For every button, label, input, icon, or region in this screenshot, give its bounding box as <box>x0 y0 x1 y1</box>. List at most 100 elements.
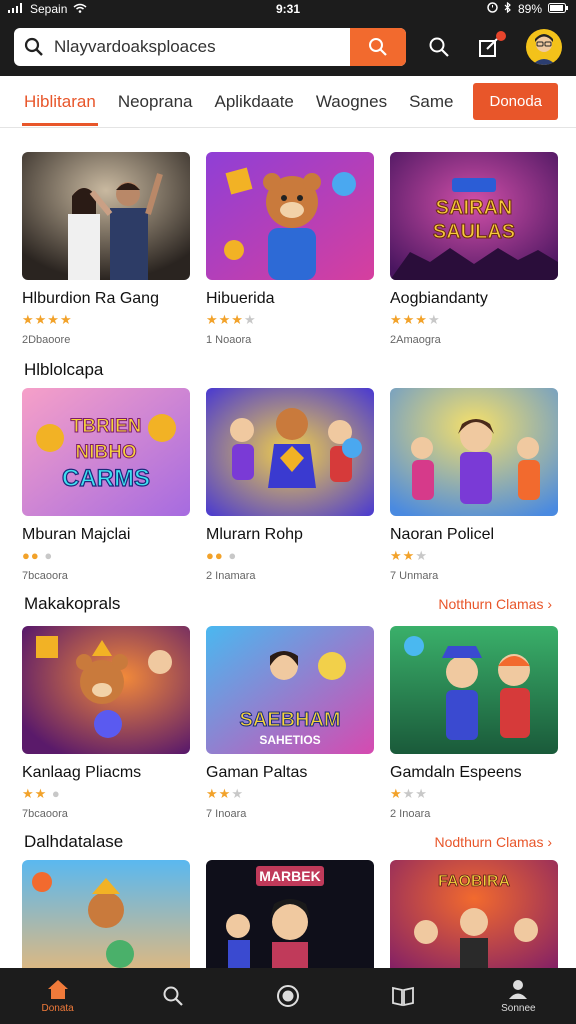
nav-label: Sonnee <box>501 1003 536 1014</box>
game-meta: 1 Noaora <box>206 334 252 346</box>
game-thumbnail: FAOBIRA <box>390 860 558 968</box>
game-card[interactable]: Kanlaag Pliacms ★★ ● 7bcaoora <box>22 626 190 820</box>
game-meta: 7 Unmara <box>390 570 439 582</box>
search-icon <box>369 38 387 56</box>
thumb-art-text: SAHETIOS <box>259 733 320 747</box>
game-title: Kanlaag Pliacms <box>22 764 142 781</box>
alarm-icon <box>487 2 498 16</box>
game-thumbnail <box>206 388 374 516</box>
game-thumbnail <box>22 152 190 280</box>
section-header: Makakoprals Notthurn Clamas › <box>0 590 576 618</box>
search-button[interactable] <box>426 34 452 60</box>
star-rating: ★★★★ <box>206 312 257 327</box>
search-input[interactable] <box>54 37 350 57</box>
avatar[interactable] <box>526 29 562 65</box>
see-more-link[interactable]: Nodthurn Clamas › <box>435 834 553 850</box>
battery-icon <box>548 2 568 16</box>
star-rating: ★★★★ <box>22 312 73 327</box>
game-title: Gaman Paltas <box>206 764 308 781</box>
section-header: Dalhdatalase Nodthurn Clamas › <box>0 828 576 856</box>
game-thumbnail <box>22 626 190 754</box>
search-submit-button[interactable] <box>350 28 406 66</box>
nav-profile[interactable]: Sonnee <box>478 978 558 1014</box>
game-meta: 7bcaoora <box>22 570 68 582</box>
game-thumbnail <box>390 388 558 516</box>
game-meta: 2 Inamara <box>206 570 256 582</box>
thumb-art-text: FAOBIRA <box>438 873 510 890</box>
section-title: Hlblolcapa <box>24 360 104 379</box>
tab-3[interactable]: Waognes <box>314 78 389 126</box>
game-title: Naoran Policel <box>390 526 495 543</box>
game-card[interactable]: FAOBIRA <box>390 860 558 968</box>
game-title: Hlburdion Ra Gang <box>22 290 159 307</box>
game-thumbnail: MARBEK <box>206 860 374 968</box>
game-card[interactable]: Hibuerida ★★★★ 1 Noaora <box>206 152 374 346</box>
carrier-name: Sepain <box>30 2 68 16</box>
game-title: Hibuerida <box>206 290 275 307</box>
nav-home[interactable]: Donata <box>18 978 98 1014</box>
thumb-art-text: SAULAS <box>433 221 515 243</box>
thumb-art-text: NIBHO <box>75 442 136 463</box>
section-3: Makakoprals Notthurn Clamas › Kanlaag Pl… <box>0 590 576 820</box>
nav-label: Donata <box>41 1003 74 1014</box>
tab-4[interactable]: Same <box>407 78 455 126</box>
game-title: Mburan Majclai <box>22 526 131 543</box>
tab-1[interactable]: Neoprana <box>116 78 195 126</box>
search-bar <box>14 28 406 66</box>
section-title: Makakoprals <box>24 594 121 613</box>
signal-icon <box>8 2 24 16</box>
search-icon <box>429 37 449 57</box>
game-card[interactable]: MARBEK <box>206 860 374 968</box>
tab-2[interactable]: Aplikdaate <box>212 78 295 126</box>
thumb-art-text: CARMS <box>62 465 150 492</box>
record-icon <box>276 985 299 1007</box>
notification-badge <box>496 31 506 41</box>
game-card[interactable]: Mlurarn Rohp ●● ● 2 Inamara <box>206 388 374 582</box>
star-rating: ★★★ <box>390 786 428 801</box>
tab-0[interactable]: Hiblitaran <box>22 78 98 126</box>
thumb-art-text: SAEBHAM <box>239 709 340 731</box>
battery-level: 89% <box>517 2 542 16</box>
section-4: Dalhdatalase Nodthurn Clamas › MARBEK FA… <box>0 828 576 968</box>
game-card[interactable]: Gamdaln Espeens ★★★ 2 Inoara <box>390 626 558 820</box>
home-icon <box>47 980 68 999</box>
status-bar: Sepain 9:31 89% <box>0 0 576 18</box>
category-tabs: Hiblitaran Neoprana Aplikdaate Waognes S… <box>0 76 576 128</box>
star-rating: ★★★ <box>206 786 244 801</box>
game-title: Aogbiandanty <box>390 290 488 307</box>
thumb-art-text: TBRIEN <box>71 416 142 437</box>
game-thumbnail <box>22 860 190 968</box>
section-2: Hlblolcapa TBRIEN NIBHO CARMS Mburan Maj… <box>0 356 576 582</box>
game-card[interactable]: Hlburdion Ra Gang ★★★★ 2Dbaoore <box>22 152 190 346</box>
wifi-icon <box>73 2 87 16</box>
game-meta: 2Amaogra <box>390 334 441 346</box>
game-title: Mlurarn Rohp <box>206 526 303 543</box>
nav-search[interactable] <box>133 985 213 1007</box>
book-icon <box>392 986 415 1007</box>
game-card[interactable]: SAIRAN SAULAS Aogbiandanty ★★★★ 2Amaogra <box>390 152 558 346</box>
game-meta: 7bcaoora <box>22 808 68 820</box>
game-card[interactable]: Naoran Policel ★★★ 7 Unmara <box>390 388 558 582</box>
nav-library[interactable] <box>363 985 443 1007</box>
nav-record[interactable] <box>248 984 328 1008</box>
star-rating: ★★★★ <box>390 312 441 327</box>
star-rating: ★★★ <box>390 548 428 563</box>
thumb-art-text: SAIRAN <box>436 197 513 219</box>
notifications-button[interactable] <box>476 31 506 60</box>
profile-icon <box>509 980 528 999</box>
see-more-link[interactable]: Notthurn Clamas › <box>438 596 552 612</box>
game-meta: 2Dbaoore <box>22 334 71 346</box>
game-meta: 7 Inoara <box>206 808 247 820</box>
star-rating: ●● ● <box>22 548 54 563</box>
game-card[interactable]: SAEBHAM SAHETIOS Gaman Paltas ★★★ 7 Inoa… <box>206 626 374 820</box>
tab-cta-button[interactable]: Donoda <box>473 83 559 120</box>
game-title: Gamdaln Espeens <box>390 764 522 781</box>
star-rating: ★★ ● <box>22 786 61 801</box>
game-card[interactable]: TBRIEN NIBHO CARMS Mburan Majclai ●● ● 7… <box>22 388 190 582</box>
game-thumbnail: TBRIEN NIBHO CARMS <box>22 388 190 516</box>
thumb-art-text: MARBEK <box>259 868 320 884</box>
star-rating: ●● ● <box>206 548 238 563</box>
game-card[interactable] <box>22 860 190 968</box>
top-bar <box>0 18 576 76</box>
search-icon <box>14 37 54 57</box>
